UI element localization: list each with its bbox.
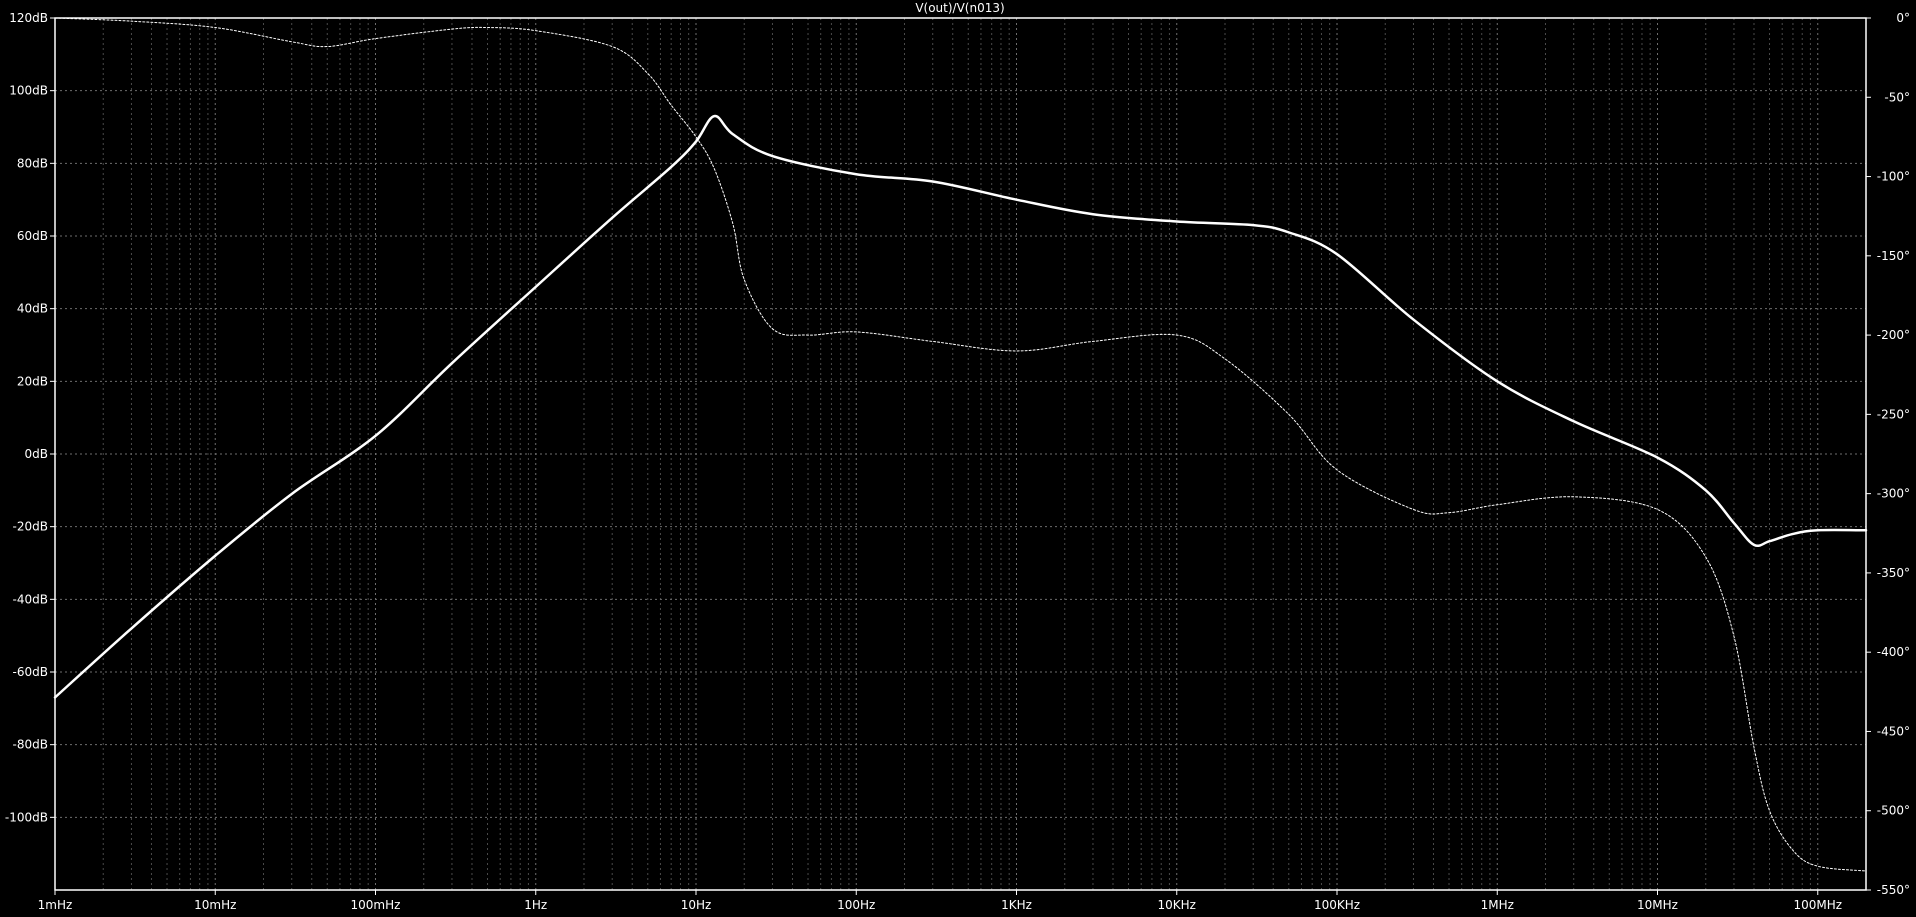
x-tick-label: 100KHz	[1314, 898, 1360, 912]
y-tick-label: 80dB	[17, 156, 48, 170]
x-tick-label: 10Hz	[681, 898, 712, 912]
y-tick-label: 0dB	[25, 447, 48, 461]
y-tick-label: -100dB	[5, 810, 48, 824]
chart-title: V(out)/V(n013)	[915, 1, 1004, 15]
y-tick-label: 120dB	[9, 11, 48, 25]
y2-tick-label: -300°	[1877, 487, 1910, 501]
y2-tick-label: -400°	[1877, 645, 1910, 659]
x-tick-label: 100MHz	[1793, 898, 1842, 912]
y2-tick-label: -50°	[1884, 90, 1910, 104]
x-tick-label: 1MHz	[1481, 898, 1514, 912]
bode-plot: 1mHz 10mHz 100mHz 1Hz 10Hz 100Hz 1KHz 10KHz 100K…	[0, 0, 1916, 917]
y-tick-label: 20dB	[17, 374, 48, 388]
y-tick-label: -40dB	[13, 592, 48, 606]
y2-tick-label: -200°	[1877, 328, 1910, 342]
x-tick-label: 100Hz	[837, 898, 875, 912]
x-tick-label: 1mHz	[38, 898, 73, 912]
y2-tick-label: -350°	[1877, 566, 1910, 580]
y2-tick-label: -550°	[1877, 883, 1910, 897]
y2-tick-label: -250°	[1877, 407, 1910, 421]
y2-tick-label: -100°	[1877, 170, 1910, 184]
y2-tick-label: 0°	[1896, 11, 1910, 25]
y-tick-label: -20dB	[13, 520, 48, 534]
y-tick-label: 40dB	[17, 302, 48, 316]
x-tick-label: 10mHz	[194, 898, 236, 912]
y2-tick-label: -500°	[1877, 804, 1910, 818]
chart-background	[0, 0, 1916, 917]
y-tick-label: 60dB	[17, 229, 48, 243]
y-tick-label: 100dB	[9, 84, 48, 98]
x-tick-label: 10MHz	[1637, 898, 1678, 912]
x-tick-label: 10KHz	[1158, 898, 1196, 912]
y2-tick-label: -450°	[1877, 724, 1910, 738]
y2-tick-label: -150°	[1877, 249, 1910, 263]
y-tick-label: -80dB	[13, 738, 48, 752]
x-tick-label: 100mHz	[351, 898, 401, 912]
x-tick-label: 1KHz	[1001, 898, 1032, 912]
x-tick-label: 1Hz	[524, 898, 547, 912]
y-tick-label: -60dB	[13, 665, 48, 679]
